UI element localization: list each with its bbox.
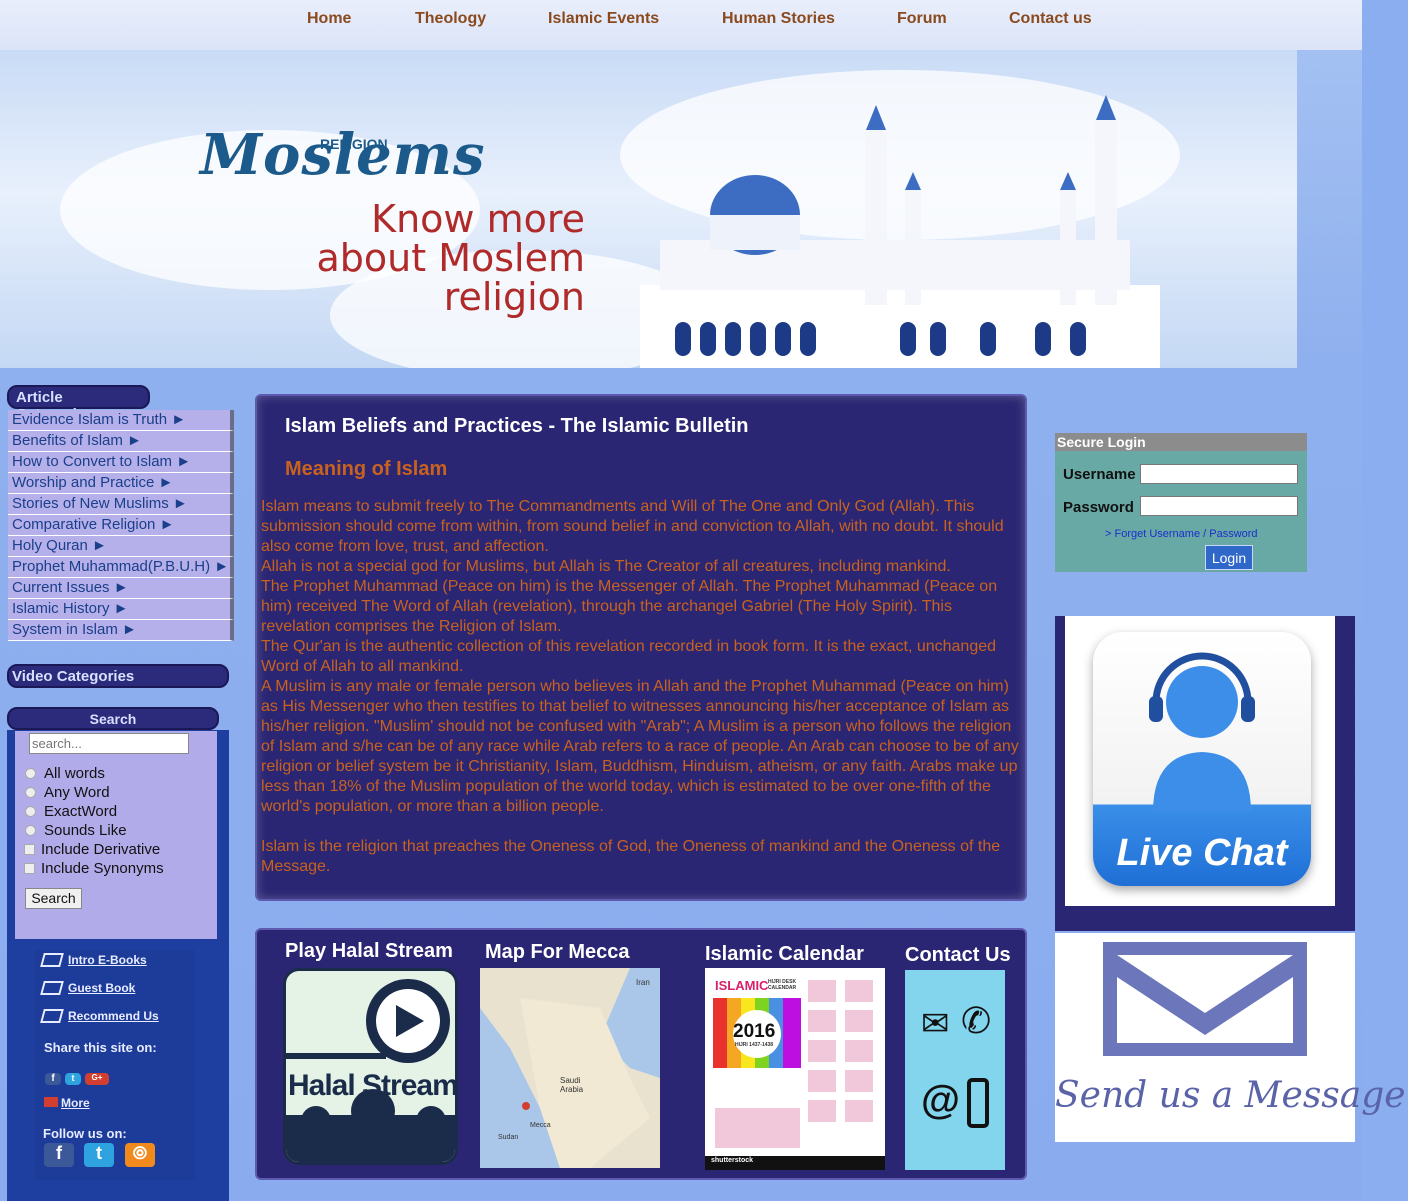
- password-label: Password: [1063, 499, 1134, 516]
- category-stories[interactable]: Stories of New Muslims ►: [8, 494, 234, 515]
- mecca-map-thumbnail[interactable]: Iran Saudi Arabia Mecca Sudan: [480, 968, 660, 1168]
- article-categories-header: Article Categories: [7, 385, 150, 423]
- secure-login-box: Secure Login Username Password > Forget …: [1055, 433, 1307, 572]
- more-share-link[interactable]: More: [44, 1096, 90, 1110]
- book-icon: [40, 953, 64, 967]
- mail-icon: ✉: [921, 1005, 950, 1043]
- search-button[interactable]: Search: [25, 888, 82, 909]
- forgot-password-link[interactable]: > Forget Username / Password: [1105, 528, 1258, 540]
- nav-theology[interactable]: Theology: [415, 10, 486, 28]
- category-system[interactable]: System in Islam ►: [8, 620, 234, 641]
- share-text: Share this site on:: [44, 1040, 157, 1055]
- live-chat-banner[interactable]: Live Chat: [1055, 616, 1355, 931]
- article-paragraph: Islam means to submit freely to The Comm…: [261, 498, 1004, 555]
- halal-stream-title: Play Halal Stream: [285, 940, 453, 962]
- article-title: Islam Beliefs and Practices - The Islami…: [285, 415, 749, 437]
- category-evidence[interactable]: Evidence Islam is Truth ►: [8, 410, 234, 431]
- contact-us-title: Contact Us: [905, 944, 1011, 966]
- radio-exact-word[interactable]: ExactWord: [25, 803, 117, 820]
- radio-any-word[interactable]: Any Word: [25, 784, 110, 801]
- banner-tagline: Know more about Moslem religion: [316, 197, 585, 319]
- headset-icon: [1149, 652, 1255, 812]
- calendar-label: 2016: [733, 1021, 776, 1042]
- intro-ebooks-link[interactable]: Intro E-Books: [40, 953, 147, 967]
- map-label: Sudan: [498, 1134, 519, 1141]
- map-mecca-title: Map For Mecca: [485, 941, 630, 963]
- calendar-label: shutterstock: [711, 1157, 754, 1164]
- calendar-label: ISLAMIC: [715, 978, 769, 993]
- twitter-share-icon[interactable]: t: [65, 1073, 81, 1085]
- search-header: Search: [7, 707, 219, 730]
- facebook-share-icon[interactable]: f: [45, 1073, 61, 1085]
- nav-human-stories[interactable]: Human Stories: [722, 10, 835, 28]
- send-message-label: Send us a Message.: [1055, 1075, 1408, 1116]
- book-icon: [40, 981, 64, 995]
- at-icon: @: [921, 1078, 961, 1122]
- article-paragraph: A Muslim is any male or female person wh…: [261, 678, 1019, 815]
- article-paragraph: The Prophet Muhammad (Peace on him) is t…: [261, 578, 998, 635]
- article-paragraph: Allah is not a special god for Muslims, …: [261, 558, 951, 575]
- top-navigation: Home Theology Islamic Events Human Stori…: [0, 0, 1362, 50]
- logo-subtitle: RELIGION: [320, 136, 388, 152]
- calendar-label: HIJRI DESK CALENDAR: [768, 979, 797, 991]
- article-paragraph: The Qur'an is the authentic collection o…: [261, 638, 997, 675]
- article-paragraph: Islam is the religion that preaches the …: [261, 838, 1001, 875]
- radio-sounds-like[interactable]: Sounds Like: [25, 822, 127, 839]
- category-benefits[interactable]: Benefits of Islam ►: [8, 431, 234, 452]
- play-icon: [286, 979, 455, 1162]
- checkbox-include-synonyms[interactable]: Include Synonyms: [24, 860, 164, 877]
- recommend-icon: [40, 1009, 64, 1023]
- phone-icon: ✆: [961, 1000, 992, 1041]
- login-title: Secure Login: [1055, 433, 1307, 451]
- category-worship[interactable]: Worship and Practice ►: [8, 473, 234, 494]
- send-message-banner[interactable]: Send us a Message.: [1055, 933, 1408, 1142]
- nav-islamic-events[interactable]: Islamic Events: [548, 10, 659, 28]
- map-label: Saudi Arabia: [560, 1076, 584, 1094]
- username-field[interactable]: [1140, 464, 1298, 484]
- map-label: Mecca: [530, 1122, 551, 1129]
- nav-contact-us[interactable]: Contact us: [1009, 10, 1092, 28]
- calendar-label: HIJRI 1437-1438: [735, 1042, 774, 1048]
- map-label: Iran: [636, 978, 650, 987]
- islamic-calendar-thumbnail[interactable]: ISLAMIC HIJRI DESK CALENDAR 2016 HIJRI 1…: [705, 968, 885, 1170]
- guest-book-link[interactable]: Guest Book: [40, 981, 135, 995]
- radio-all-words[interactable]: All words: [25, 765, 105, 782]
- envelope-icon: [1103, 942, 1307, 1056]
- plus-icon: [44, 1097, 58, 1107]
- search-input[interactable]: [29, 733, 189, 754]
- checkbox-include-derivative[interactable]: Include Derivative: [24, 841, 160, 858]
- category-history[interactable]: Islamic History ►: [8, 599, 234, 620]
- google-plus-share-icon[interactable]: G+: [85, 1073, 109, 1085]
- halal-stream-thumbnail[interactable]: Halal Stream: [283, 968, 458, 1165]
- login-button[interactable]: Login: [1205, 545, 1253, 570]
- category-quran[interactable]: Holy Quran ►: [8, 536, 234, 557]
- contact-us-thumbnail[interactable]: ✉ ✆ @: [905, 970, 1005, 1170]
- category-current-issues[interactable]: Current Issues ►: [8, 578, 234, 599]
- nav-home[interactable]: Home: [307, 10, 351, 28]
- password-field[interactable]: [1140, 496, 1298, 516]
- article-subtitle: Meaning of Islam: [285, 458, 448, 480]
- nav-forum[interactable]: Forum: [897, 10, 947, 28]
- recommend-us-link[interactable]: Recommend Us: [40, 1009, 159, 1023]
- live-chat-label: Live Chat: [1116, 832, 1288, 874]
- facebook-icon[interactable]: f: [44, 1143, 74, 1167]
- category-prophet[interactable]: Prophet Muhammad(P.B.U.H) ►: [8, 557, 234, 578]
- username-label: Username: [1063, 466, 1136, 483]
- mosque-illustration: [640, 95, 1160, 368]
- category-convert[interactable]: How to Convert to Islam ►: [8, 452, 234, 473]
- halal-stream-label: Halal Stream: [288, 1069, 458, 1102]
- category-comparative[interactable]: Comparative Religion ►: [8, 515, 234, 536]
- header-banner: Moslems RELIGION Know more about Moslem …: [0, 50, 1297, 368]
- islamic-calendar-title: Islamic Calendar: [705, 943, 864, 965]
- rss-icon[interactable]: ⦾: [125, 1143, 155, 1167]
- article-body: Islam means to submit freely to The Comm…: [261, 497, 1021, 877]
- right-background-strip: [1362, 0, 1408, 1201]
- calendar-icon: [705, 980, 885, 1170]
- mobile-icon: [967, 1078, 989, 1128]
- follow-text: Follow us on:: [43, 1126, 127, 1141]
- site-logo[interactable]: Moslems: [200, 122, 486, 188]
- twitter-icon[interactable]: t: [84, 1143, 114, 1167]
- video-categories-header[interactable]: Video Categories: [7, 664, 229, 688]
- article-categories-list: Evidence Islam is Truth ► Benefits of Is…: [8, 410, 234, 641]
